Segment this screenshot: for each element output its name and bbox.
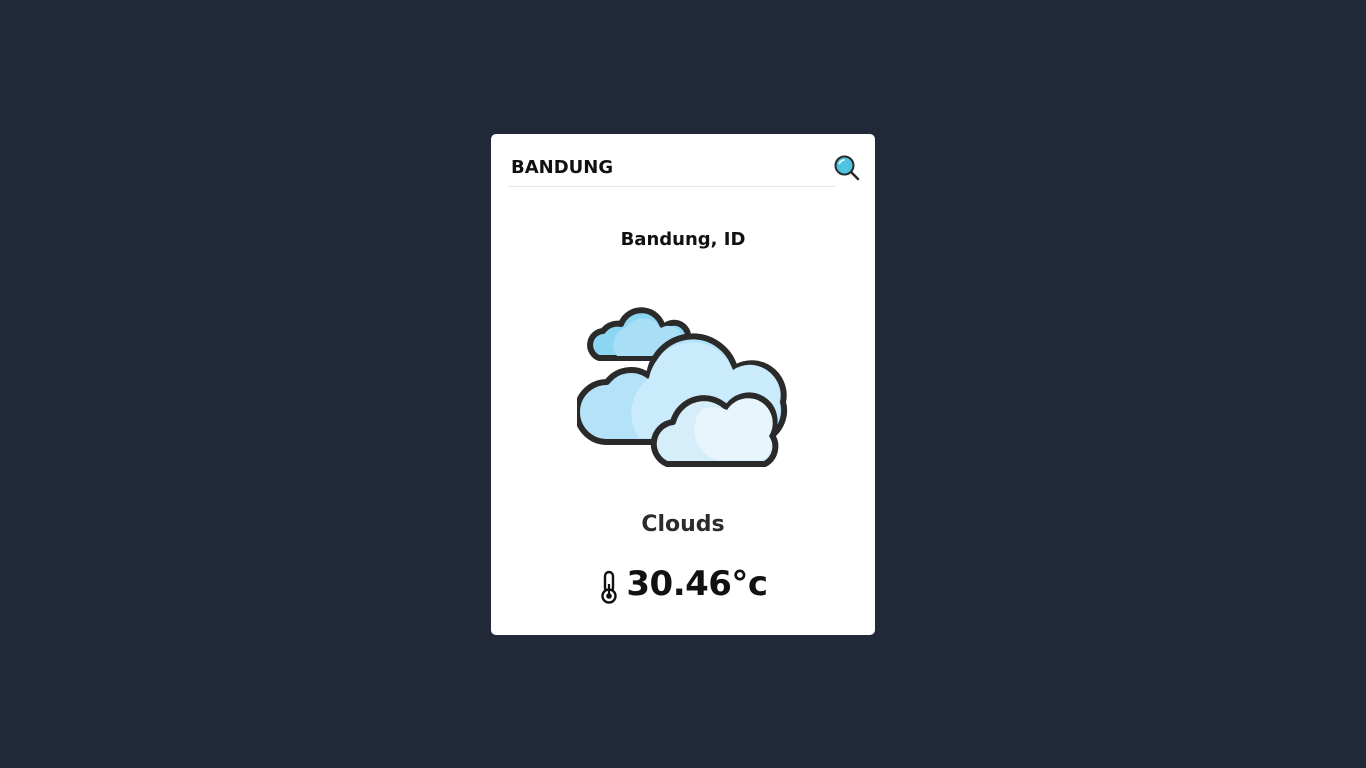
temperature-value: 30.46°c [626, 564, 768, 604]
search-bar [508, 148, 862, 188]
weather-condition: Clouds [641, 512, 725, 537]
search-input[interactable] [508, 148, 835, 187]
temperature-row: 30.46°c [491, 564, 875, 604]
location-label: Bandung, ID [620, 229, 746, 250]
clouds-icon [577, 307, 788, 467]
search-icon [834, 155, 860, 181]
weather-card: Bandung, ID Clouds 30.46°c [491, 134, 875, 635]
search-button[interactable] [833, 154, 861, 182]
thermometer-icon [601, 570, 618, 604]
